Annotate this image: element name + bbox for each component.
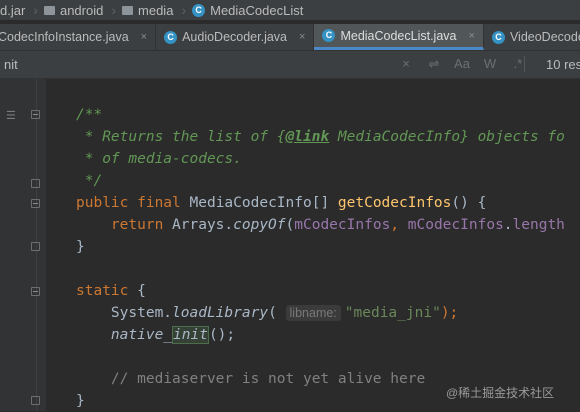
tab-label: AudioDecoder.java bbox=[182, 30, 288, 44]
code-line: * of media-codecs. bbox=[76, 148, 242, 170]
punctuation: ( bbox=[285, 217, 295, 233]
tab-mediacodeclist[interactable]: C MediaCodecList.java × bbox=[314, 24, 484, 50]
regex-icon[interactable]: .* bbox=[504, 56, 532, 72]
punctuation: } bbox=[76, 239, 85, 255]
breadcrumb-android[interactable]: android bbox=[43, 2, 109, 18]
field-ref: length bbox=[512, 217, 565, 233]
search-options: × ⇌ Aa W .* bbox=[392, 56, 532, 72]
folder-icon bbox=[122, 5, 134, 15]
method-call: native_ bbox=[110, 327, 173, 343]
field-ref: mCodecInfos bbox=[407, 217, 504, 233]
fold-end-icon[interactable] bbox=[31, 242, 40, 251]
field-ref: mCodecInfos bbox=[294, 217, 391, 233]
class-ref: System. bbox=[76, 305, 173, 321]
punctuation: () { bbox=[451, 195, 487, 211]
line-comment: // mediaserver is not yet alive here bbox=[76, 371, 426, 387]
static-method-call: loadLibrary bbox=[172, 305, 269, 321]
breadcrumb-separator: › bbox=[33, 2, 38, 18]
class-icon: C bbox=[164, 30, 178, 44]
string-literal: "media_jni" bbox=[344, 305, 441, 321]
whole-words-icon[interactable]: W bbox=[476, 56, 504, 72]
code-line: static { bbox=[76, 280, 146, 302]
search-match-highlight: init bbox=[172, 326, 209, 344]
tab-label: MediaCodecList.java bbox=[340, 28, 457, 43]
code-line: public final MediaCodecInfo[] getCodecIn… bbox=[76, 192, 486, 214]
punctuation: ); bbox=[440, 305, 459, 321]
match-case-icon[interactable]: Aa bbox=[448, 56, 476, 72]
tab-videodecoder[interactable]: C VideoDecoder bbox=[484, 24, 580, 50]
code-line: System.loadLibrary( libname: "media_jni")… bbox=[76, 302, 458, 324]
punctuation: { bbox=[128, 283, 146, 299]
keyword: public final bbox=[76, 195, 190, 211]
keyword: static bbox=[76, 283, 129, 299]
breadcrumb-separator: › bbox=[111, 2, 117, 18]
parameter-hint: libname: bbox=[285, 305, 341, 321]
divider bbox=[524, 56, 525, 72]
code-line: return Arrays.copyOf(mCodecInfos, mCodec… bbox=[76, 214, 565, 236]
code-editor[interactable]: /** * Returns the list of {@link MediaCo… bbox=[76, 104, 565, 409]
fold-icon[interactable] bbox=[31, 110, 40, 119]
watermark: @稀土掘金技术社区 bbox=[446, 386, 555, 400]
punctuation: , bbox=[390, 217, 408, 233]
documentation-toggle-icon[interactable]: ☰ bbox=[6, 109, 16, 122]
doc-comment: */ bbox=[76, 173, 103, 189]
method-name: getCodecInfos bbox=[337, 195, 452, 211]
punctuation: } bbox=[76, 393, 85, 409]
breadcrumb-class-label: MediaCodecList bbox=[210, 2, 304, 18]
breadcrumb-separator: › bbox=[181, 2, 187, 18]
breadcrumb-class[interactable]: C MediaCodecList bbox=[192, 3, 309, 18]
class-icon: C bbox=[192, 3, 206, 17]
search-results-count: 10 res bbox=[546, 57, 580, 72]
doc-comment: MediaCodecInfo} objects fo bbox=[329, 129, 565, 145]
code-line: // mediaserver is not yet alive here bbox=[76, 368, 425, 390]
history-icon[interactable]: ⇌ bbox=[420, 56, 448, 72]
code-line: } bbox=[76, 390, 85, 412]
fold-icon[interactable] bbox=[31, 199, 40, 208]
fold-end-icon[interactable] bbox=[31, 179, 40, 188]
keyword: return bbox=[76, 217, 173, 233]
class-ref: Arrays. bbox=[172, 217, 234, 233]
breadcrumb-media-label: media bbox=[138, 2, 174, 18]
punctuation: (); bbox=[208, 327, 236, 343]
search-input[interactable]: nit bbox=[4, 57, 18, 72]
punctuation: . bbox=[503, 217, 513, 233]
breadcrumb-media[interactable]: media bbox=[122, 3, 179, 18]
breadcrumb-jar-label: d.jar bbox=[0, 2, 26, 18]
code-line: /** bbox=[76, 104, 102, 126]
close-icon[interactable]: × bbox=[469, 30, 475, 42]
fold-icon[interactable] bbox=[31, 287, 40, 296]
folder-icon bbox=[43, 5, 55, 15]
fold-end-icon[interactable] bbox=[31, 396, 40, 405]
punctuation: ( bbox=[268, 305, 286, 321]
breadcrumb: d.jar › android › media › C MediaCodecLis… bbox=[0, 0, 580, 20]
clear-search-icon[interactable]: × bbox=[392, 56, 420, 72]
code-line: native_init(); bbox=[76, 324, 235, 346]
tab-label: CodecInfoInstance.java bbox=[0, 30, 129, 44]
breadcrumb-android-label: android bbox=[59, 2, 104, 18]
doc-comment: * of media-codecs. bbox=[76, 151, 242, 167]
tab-label: VideoDecoder bbox=[509, 30, 580, 44]
tab-audiodecoder[interactable]: C AudioDecoder.java × bbox=[156, 24, 315, 50]
code-line: * Returns the list of {@link MediaCodecI… bbox=[76, 126, 565, 148]
class-icon: C bbox=[322, 29, 336, 42]
class-icon: C bbox=[491, 30, 505, 44]
code-line: */ bbox=[76, 170, 102, 192]
doc-comment: * Returns the list of { bbox=[76, 129, 286, 145]
tab-codecinfoinstance[interactable]: CodecInfoInstance.java × bbox=[0, 24, 157, 50]
editor-tabs: CodecInfoInstance.java × C AudioDecoder.… bbox=[0, 24, 580, 51]
code-line: } bbox=[76, 236, 85, 258]
close-icon[interactable]: × bbox=[141, 31, 147, 43]
type-name: MediaCodecInfo[] bbox=[189, 195, 338, 211]
breadcrumb-jar[interactable]: d.jar bbox=[0, 3, 31, 18]
static-method-call: copyOf bbox=[233, 217, 286, 233]
close-icon[interactable]: × bbox=[299, 31, 305, 43]
doc-link-tag: @link bbox=[285, 129, 330, 145]
find-bar: nit × ⇌ Aa W .* 10 res bbox=[0, 51, 580, 79]
doc-comment: /** bbox=[76, 107, 103, 123]
